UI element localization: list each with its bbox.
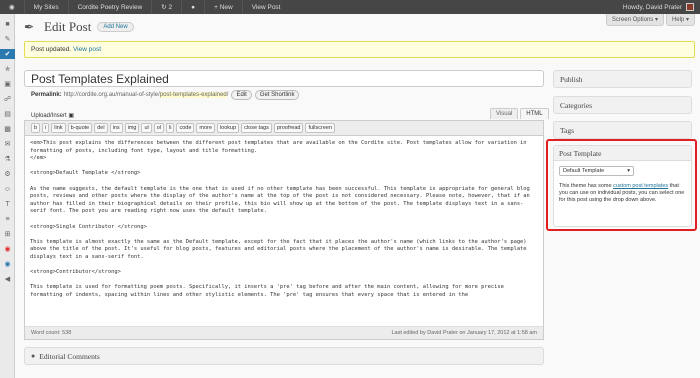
custom-post-templates-link[interactable]: custom post templates (613, 183, 668, 189)
media-icon-small[interactable]: ▣ (68, 113, 74, 119)
editorial-comments-title: Editorial Comments (39, 351, 100, 361)
admin-bar: ◉ My Sites Cordite Poetry Review ↻ 2 ● +… (0, 0, 700, 14)
post-template-title[interactable]: Post Template (554, 146, 691, 161)
tab-html[interactable]: HTML (520, 108, 549, 119)
permalink-end: / (226, 92, 229, 98)
screen-options-button[interactable]: Screen Options ▾ (605, 14, 664, 26)
quicktag-button[interactable]: b (31, 123, 41, 133)
upload-label: Upload/Insert (31, 113, 67, 119)
new-content-link[interactable]: + New (204, 0, 242, 14)
quicktag-button[interactable]: link (51, 123, 66, 133)
wordpress-logo-icon[interactable]: ◉ (0, 0, 24, 14)
quicktag-button[interactable]: proofread (273, 123, 304, 133)
post-template-select[interactable]: Default Template ▾ (559, 166, 634, 176)
quicktag-button[interactable]: lookup (216, 123, 240, 133)
editor-status-bar: Word count: 538 Last edited by David Pra… (25, 326, 543, 339)
posts-active-icon[interactable]: ✔ (0, 49, 15, 59)
quicktag-button[interactable]: ins (109, 123, 123, 133)
youtube-icon[interactable]: ◉ (2, 244, 13, 254)
add-new-button[interactable]: Add New (97, 22, 134, 32)
quicktag-button[interactable]: li (166, 123, 175, 133)
site-name-link[interactable]: Cordite Poetry Review (67, 0, 152, 14)
page-header: ✒ Edit Post Add New (24, 19, 134, 35)
quicktags-toolbar: b i link b-quote del ins img ul ol li code more look… (25, 121, 543, 136)
comments-bubble-icon: ● (31, 352, 36, 360)
post-template-description: This theme has some custom post template… (559, 183, 686, 204)
editorial-comments-box[interactable]: ● Editorial Comments (24, 347, 544, 365)
edit-post-icon: ✒ (24, 20, 35, 34)
pages-icon[interactable]: ▤ (2, 109, 13, 119)
upload-insert[interactable]: Upload/Insert ▣ (31, 112, 74, 119)
quicktag-button[interactable]: i (42, 123, 50, 133)
publish-box[interactable]: Publish (553, 70, 692, 88)
howdy-text: Howdy, David Prater (622, 3, 682, 11)
get-shortlink-button[interactable]: Get Shortlink (254, 90, 300, 100)
quicktag-button[interactable]: code (176, 123, 195, 133)
view-post-notice-link[interactable]: View post (73, 46, 101, 53)
updates-link[interactable]: ↻ 2 (151, 0, 181, 14)
plugins-icon[interactable]: ⚙ (2, 169, 13, 179)
editor-textarea[interactable]: <em>This post explains the differences b… (25, 136, 543, 326)
appearance-icon[interactable]: ⚗ (2, 154, 13, 164)
my-sites-link[interactable]: My Sites (23, 0, 68, 14)
edit-permalink-button[interactable]: Edit (231, 90, 252, 100)
screen-options-bar: Screen Options ▾ Help ▾ (605, 14, 695, 26)
view-post-link[interactable]: View Post (241, 0, 290, 14)
last-edited: Last edited by David Prater on January 1… (391, 330, 537, 336)
word-count: Word count: 538 (31, 330, 72, 336)
quicktag-button[interactable]: fullscreen (305, 123, 336, 133)
chevron-down-icon: ▾ (627, 168, 630, 174)
quicktag-button[interactable]: img (124, 123, 140, 133)
editor-tabs: Visual HTML (490, 108, 549, 119)
collapse-icon[interactable]: ◀ (2, 274, 13, 284)
account-menu[interactable]: Howdy, David Prater (623, 3, 700, 11)
permalink-row: Permalink: http://cordite.org.au/manual-… (31, 90, 300, 100)
comments-icon[interactable]: ● (181, 0, 204, 14)
update-notice: Post updated. View post (24, 41, 695, 58)
post-title-input[interactable]: Post Templates Explained (24, 70, 544, 87)
quicktag-button[interactable]: close tags (241, 123, 272, 133)
posts-icon[interactable]: ✎ (2, 34, 13, 44)
media-icon[interactable]: ▣ (2, 79, 13, 89)
quicktag-button[interactable]: more (196, 123, 215, 133)
avatar (686, 3, 694, 11)
categories-box[interactable]: Categories (553, 96, 692, 114)
permalink-base: http://cordite.org.au/manual-of-style/ (63, 92, 160, 98)
post-template-selected: Default Template (563, 168, 605, 174)
post-template-box: Post Template Default Template ▾ This th… (553, 145, 692, 227)
quicktag-button[interactable]: ol (153, 123, 165, 133)
tags-box[interactable]: Tags (553, 121, 692, 139)
permalink-slug[interactable]: post-templates-explained (159, 92, 227, 98)
users-icon[interactable]: ☺ (2, 184, 13, 194)
post-editor: b i link b-quote del ins img ul ol li code more look… (24, 120, 544, 340)
quicktag-button[interactable]: b-quote (67, 123, 93, 133)
extra-icon[interactable]: ⊞ (2, 229, 13, 239)
admin-menu: ■ ✎ ✔ ✯ ▣ ☍ ▤ ▩ ✉ ⚗ ⚙ ☺ T ≡ ⊞ ◉ ◉ ◀ (0, 14, 15, 378)
tools-icon[interactable]: T (2, 199, 13, 209)
notice-text: Post updated. (31, 46, 72, 53)
links-icon[interactable]: ☍ (2, 94, 13, 104)
quicktag-button[interactable]: ul (141, 123, 152, 133)
feedback-icon[interactable]: ✉ (2, 139, 13, 149)
updates-icon: ↻ (161, 4, 169, 11)
updates-count: 2 (168, 3, 173, 11)
dashboard-icon[interactable]: ■ (2, 19, 13, 29)
settings-icon[interactable]: ≡ (2, 214, 13, 224)
comments-menu-icon[interactable]: ▩ (2, 124, 13, 134)
pin-icon[interactable]: ✯ (2, 64, 13, 74)
stats-icon[interactable]: ◉ (2, 259, 13, 269)
quicktag-button[interactable]: del (94, 123, 108, 133)
tab-visual[interactable]: Visual (490, 108, 519, 119)
help-button[interactable]: Help ▾ (665, 14, 695, 26)
permalink-label: Permalink: (31, 92, 62, 98)
desc-pre: This theme has some (559, 183, 614, 189)
page-title: Edit Post (44, 19, 92, 34)
